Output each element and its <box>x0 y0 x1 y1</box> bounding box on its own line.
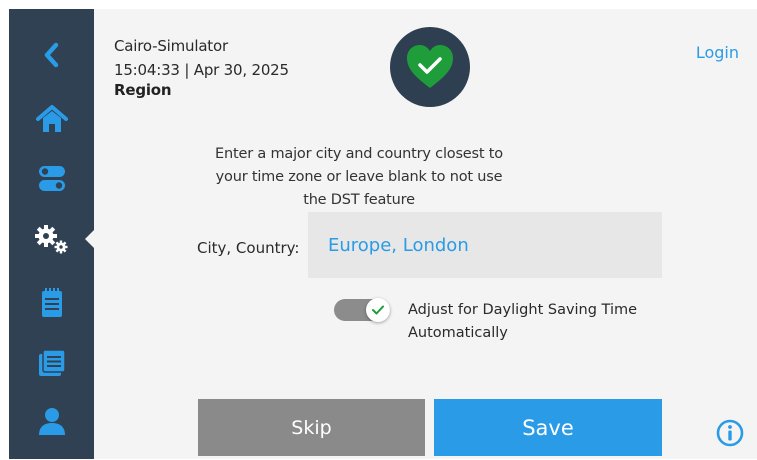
checkmark-icon <box>372 305 384 315</box>
sidebar-item-settings[interactable] <box>9 211 95 267</box>
user-icon <box>38 408 65 435</box>
gears-icon <box>34 225 67 254</box>
chevron-left-icon <box>44 42 58 68</box>
city-country-input[interactable] <box>308 212 662 278</box>
sidebar-item-toggles[interactable] <box>9 151 94 207</box>
sidebar-item-logs[interactable] <box>9 335 94 391</box>
dst-label: Adjust for Daylight Saving Time Automati… <box>408 302 638 341</box>
sidebar-item-home[interactable] <box>9 91 94 147</box>
login-link[interactable]: Login <box>696 43 739 62</box>
sidebar-item-notes[interactable] <box>9 275 94 331</box>
instructions-text: Enter a major city and country closest t… <box>215 146 503 208</box>
date-time: 15:04:33 | Apr 30, 2025 <box>114 61 289 79</box>
back-button[interactable] <box>9 27 94 83</box>
notepad-icon <box>41 288 62 317</box>
toggle-knob <box>366 298 390 322</box>
skip-button[interactable]: Skip <box>198 399 425 456</box>
page-title: Region <box>114 81 172 99</box>
main-panel: Cairo-Simulator 15:04:33 | Apr 30, 2025 … <box>94 9 757 459</box>
info-icon <box>716 419 744 447</box>
app-frame: Cairo-Simulator 15:04:33 | Apr 30, 2025 … <box>0 0 757 460</box>
info-button[interactable] <box>716 419 744 447</box>
sidebar-item-user[interactable] <box>9 393 94 449</box>
home-icon <box>35 105 68 132</box>
status-badge <box>390 27 470 107</box>
dst-toggle[interactable] <box>334 298 390 322</box>
files-icon <box>38 349 66 376</box>
save-button[interactable]: Save <box>434 399 662 456</box>
toggle-switches-icon <box>38 166 65 191</box>
sidebar <box>9 9 95 459</box>
city-country-label: City, Country: <box>197 239 300 257</box>
heart-check-icon <box>407 45 453 88</box>
device-name: Cairo-Simulator <box>114 37 228 55</box>
